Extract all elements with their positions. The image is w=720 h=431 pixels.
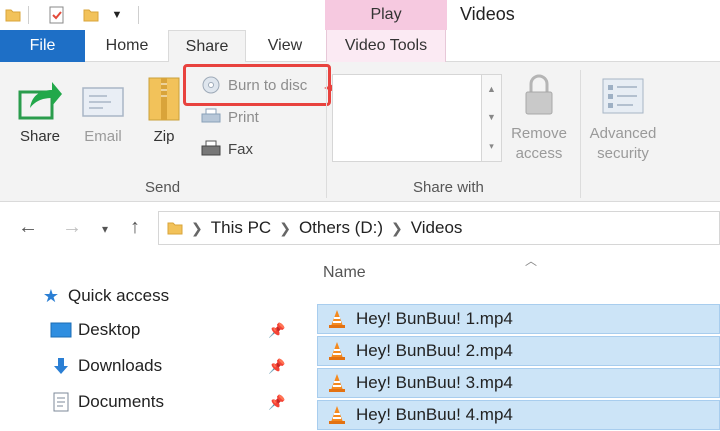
recent-locations-chevron-icon[interactable]: ▾ xyxy=(102,222,108,236)
share-arrow-icon xyxy=(18,82,62,120)
file-name: Hey! BunBuu! 3.mp4 xyxy=(356,373,513,392)
nav-quick-access-label: Quick access xyxy=(68,286,170,305)
fax-label: Fax xyxy=(228,140,254,158)
title-bar: ▼ Play Videos xyxy=(0,0,720,30)
share-button[interactable]: Share xyxy=(14,76,66,145)
zip-label: Zip xyxy=(153,128,175,145)
nav-documents[interactable]: Documents xyxy=(50,392,164,412)
nav-quick-access[interactable]: ★ Quick access xyxy=(40,286,169,306)
fax-icon xyxy=(200,140,222,158)
nav-desktop-label: Desktop xyxy=(78,320,141,339)
vlc-cone-icon xyxy=(326,308,348,330)
security-checklist-icon xyxy=(602,78,644,114)
folder-icon[interactable] xyxy=(2,4,24,26)
new-folder-icon[interactable] xyxy=(80,4,102,26)
file-name: Hey! BunBuu! 4.mp4 xyxy=(356,405,513,424)
tab-share[interactable]: Share xyxy=(168,30,246,63)
properties-icon[interactable] xyxy=(46,4,68,26)
document-icon xyxy=(50,392,72,412)
nav-downloads[interactable]: Downloads xyxy=(50,356,162,376)
print-label: Print xyxy=(228,108,259,126)
address-bar[interactable]: ❯ This PC ❯ Others (D:) ❯ Videos xyxy=(158,211,720,245)
file-name: Hey! BunBuu! 2.mp4 xyxy=(356,341,513,360)
print-button[interactable]: Print xyxy=(200,108,259,126)
share-label: Share xyxy=(19,128,61,145)
ribbon-tabs: File Home Share View Video Tools xyxy=(0,30,720,63)
email-label: Email xyxy=(84,128,122,145)
address-row: ← → ▾ ↑ ❯ This PC ❯ Others (D:) ❯ Videos xyxy=(0,202,720,252)
burn-to-disc-highlight xyxy=(183,64,331,106)
scroll-down-icon[interactable]: ▼ xyxy=(487,112,496,122)
forward-arrow-icon[interactable]: → xyxy=(62,216,82,239)
column-header-name[interactable]: Name xyxy=(323,264,366,282)
vlc-cone-icon xyxy=(326,340,348,362)
printer-icon xyxy=(200,108,222,126)
vlc-cone-icon xyxy=(326,372,348,394)
nav-documents-label: Documents xyxy=(78,392,164,411)
download-arrow-icon xyxy=(50,356,72,376)
desktop-icon xyxy=(50,320,72,340)
file-list: ︿ Name Hey! BunBuu! 1.mp4 Hey! BunBuu! 2… xyxy=(295,252,720,431)
share-with-list[interactable] xyxy=(332,74,482,162)
pin-icon[interactable]: 📌 xyxy=(268,358,285,375)
navigation-pane: ★ Quick access Desktop 📌 Downloads 📌 Doc… xyxy=(0,252,295,431)
breadcrumb-separator-icon[interactable]: ❯ xyxy=(391,220,403,237)
nav-desktop[interactable]: Desktop xyxy=(50,320,140,340)
nav-downloads-label: Downloads xyxy=(78,356,163,375)
advanced-security-button[interactable]: Advanced security xyxy=(586,76,660,164)
group-label-send: Send xyxy=(145,179,181,196)
sort-ascending-icon: ︿ xyxy=(525,254,538,268)
breadcrumb-others-d[interactable]: Others (D:) xyxy=(299,218,383,238)
back-arrow-icon[interactable]: ← xyxy=(18,216,38,239)
remove-access-button[interactable]: Remove access xyxy=(506,72,572,164)
tab-home[interactable]: Home xyxy=(92,30,162,62)
context-tab-play: Play xyxy=(325,0,447,30)
padlock-icon xyxy=(525,74,553,115)
quick-access-separator xyxy=(28,6,29,24)
fax-button[interactable]: Fax xyxy=(200,140,253,158)
zip-button[interactable]: Zip xyxy=(146,76,182,145)
quick-access-separator xyxy=(138,6,139,24)
advanced-security-label: Advanced security xyxy=(589,125,657,162)
ribbon: Share Email Zip Burn to disc Print Fax S… xyxy=(0,62,720,202)
folder-icon xyxy=(167,220,183,236)
tab-view[interactable]: View xyxy=(254,30,316,62)
breadcrumb-this-pc[interactable]: This PC xyxy=(211,218,271,238)
vlc-cone-icon xyxy=(326,404,348,426)
breadcrumb-videos[interactable]: Videos xyxy=(411,218,463,238)
remove-access-label: Remove access xyxy=(511,125,567,162)
breadcrumb-separator-icon[interactable]: ❯ xyxy=(279,220,291,237)
pin-icon[interactable]: 📌 xyxy=(268,322,285,339)
file-row[interactable]: Hey! BunBuu! 2.mp4 xyxy=(317,336,720,366)
file-name: Hey! BunBuu! 1.mp4 xyxy=(356,309,513,328)
envelope-icon xyxy=(82,87,124,117)
share-with-scroller[interactable]: ▲ ▼ ▾ xyxy=(482,74,502,162)
star-icon: ★ xyxy=(42,285,60,306)
tab-video-tools[interactable]: Video Tools xyxy=(326,30,446,62)
file-row[interactable]: Hey! BunBuu! 3.mp4 xyxy=(317,368,720,398)
file-row[interactable]: Hey! BunBuu! 4.mp4 xyxy=(317,400,720,430)
zip-folder-icon xyxy=(148,77,180,121)
expand-list-icon[interactable]: ▾ xyxy=(489,141,494,152)
customize-toolbar-icon[interactable]: ▼ xyxy=(106,4,128,26)
pin-icon[interactable]: 📌 xyxy=(268,394,285,411)
window-title: Videos xyxy=(460,4,515,24)
file-row[interactable]: Hey! BunBuu! 1.mp4 xyxy=(317,304,720,334)
up-arrow-icon[interactable]: ↑ xyxy=(130,216,140,239)
scroll-up-icon[interactable]: ▲ xyxy=(487,84,496,94)
breadcrumb-separator-icon[interactable]: ❯ xyxy=(191,220,203,237)
email-button[interactable]: Email xyxy=(80,82,126,145)
group-label-share-with: Share with xyxy=(413,179,484,196)
tab-file[interactable]: File xyxy=(0,30,85,62)
ribbon-group-separator xyxy=(326,70,327,198)
ribbon-group-separator xyxy=(580,70,581,198)
